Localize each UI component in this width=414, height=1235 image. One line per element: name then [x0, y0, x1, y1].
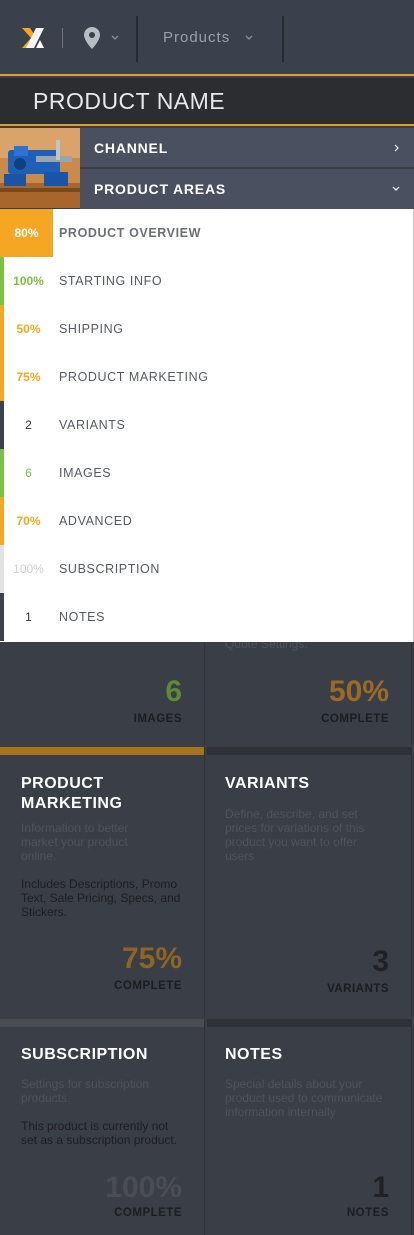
status-strip — [207, 1019, 411, 1027]
card-title: SUBSCRIPTION — [21, 1046, 148, 1063]
images-card[interactable]: 6 IMAGES — [0, 643, 205, 745]
menu-item-label: IMAGES — [59, 466, 112, 480]
card-value: 3 — [372, 945, 389, 978]
card-value: 75% — [121, 942, 182, 975]
chevron-right-icon — [394, 144, 399, 152]
menu-item-label: STARTING INFO — [59, 274, 163, 288]
chevron-down-icon[interactable] — [245, 35, 253, 41]
completion-value: 80% — [0, 209, 53, 257]
card-value: 50% — [328, 675, 389, 708]
menu-item-advanced[interactable]: 70% ADVANCED — [0, 497, 413, 545]
products-menu-label[interactable]: Products — [163, 29, 230, 46]
channel-label: CHANNEL — [94, 140, 169, 156]
count-value: 6 — [25, 466, 32, 480]
menu-item-label: NOTES — [59, 610, 106, 624]
menu-item-shipping[interactable]: 50% SHIPPING — [0, 305, 413, 353]
completion-value: 70% — [16, 514, 41, 528]
notes-card[interactable]: NOTES Special details about your product… — [207, 1019, 412, 1235]
card-value: 1 — [372, 1171, 389, 1204]
subscription-card[interactable]: SUBSCRIPTION Settings for subscription p… — [0, 1019, 205, 1235]
channel-selector[interactable]: CHANNEL — [80, 128, 414, 168]
product-header: PRODUCT NAME — [0, 78, 414, 126]
menu-item-notes[interactable]: 1 NOTES — [0, 593, 413, 641]
card-description: Special details about your product used … — [225, 1077, 383, 1119]
menu-item-label: PRODUCT MARKETING — [59, 370, 209, 384]
variants-card[interactable]: VARIANTS Define, describe, and set price… — [207, 747, 412, 1017]
card-value: 100% — [105, 1171, 182, 1204]
product-areas-selector[interactable]: PRODUCT AREAS — [80, 169, 414, 209]
chevron-down-icon[interactable] — [111, 35, 119, 41]
menu-item-label: VARIANTS — [59, 418, 126, 432]
completion-value: 75% — [16, 370, 41, 384]
card-note: Includes Descriptions, Promo Text, Sale … — [21, 877, 181, 919]
card-caption: COMPLETE — [114, 1207, 182, 1219]
location-pin-icon[interactable] — [84, 27, 100, 49]
count-value: 1 — [25, 610, 32, 624]
product-areas-menu: 80% PRODUCT OVERVIEW 100% STARTING INFO … — [0, 209, 414, 642]
brand-logo-icon[interactable] — [20, 26, 46, 50]
menu-item-variants[interactable]: 2 VARIANTS — [0, 401, 413, 449]
page-title: PRODUCT NAME — [33, 88, 226, 114]
status-strip — [207, 747, 411, 755]
menu-item-starting-info[interactable]: 100% STARTING INFO — [0, 257, 413, 305]
menu-item-subscription[interactable]: 100% SUBSCRIPTION — [0, 545, 413, 593]
card-description: Information to better market your produc… — [21, 821, 129, 863]
card-note: This product is currently not set as a s… — [21, 1119, 178, 1147]
divider — [136, 16, 138, 62]
menu-item-product-overview[interactable]: 80% PRODUCT OVERVIEW — [0, 209, 413, 257]
menu-item-images[interactable]: 6 IMAGES — [0, 449, 413, 497]
card-description: Settings for subscription products. — [21, 1077, 150, 1105]
status-strip — [0, 747, 204, 755]
product-areas-label: PRODUCT AREAS — [94, 181, 226, 197]
divider — [62, 28, 63, 48]
completion-value: 100% — [13, 562, 44, 576]
divider — [282, 16, 284, 62]
card-title: NOTES — [225, 1046, 283, 1063]
card-value: 6 — [165, 675, 182, 708]
menu-item-product-marketing[interactable]: 75% PRODUCT MARKETING — [0, 353, 413, 401]
menu-item-label: SUBSCRIPTION — [59, 562, 160, 576]
card-caption: COMPLETE — [114, 980, 182, 992]
product-thumbnail-image[interactable] — [0, 128, 80, 208]
card-title: VARIANTS — [225, 775, 310, 792]
card-caption: NOTES — [346, 1207, 389, 1219]
card-description: Define, describe, and set prices for var… — [225, 807, 365, 863]
card-caption: VARIANTS — [327, 983, 389, 995]
menu-item-label: ADVANCED — [59, 514, 133, 528]
product-marketing-card[interactable]: PRODUCT MARKETING Information to better … — [0, 747, 205, 1017]
menu-item-label: SHIPPING — [59, 322, 124, 336]
menu-item-label: PRODUCT OVERVIEW — [59, 226, 202, 240]
top-navigation-bar: Products — [0, 0, 414, 76]
count-value: 2 — [25, 418, 32, 432]
shipping-card[interactable]: Quote Settings. 50% COMPLETE — [207, 637, 412, 745]
status-strip — [0, 1019, 204, 1027]
completion-value: 100% — [13, 274, 44, 288]
card-caption: IMAGES — [133, 713, 182, 725]
completion-value: 50% — [16, 322, 41, 336]
card-caption: COMPLETE — [321, 713, 389, 725]
chevron-down-icon — [392, 186, 400, 191]
card-title: PRODUCT MARKETING — [21, 775, 123, 812]
